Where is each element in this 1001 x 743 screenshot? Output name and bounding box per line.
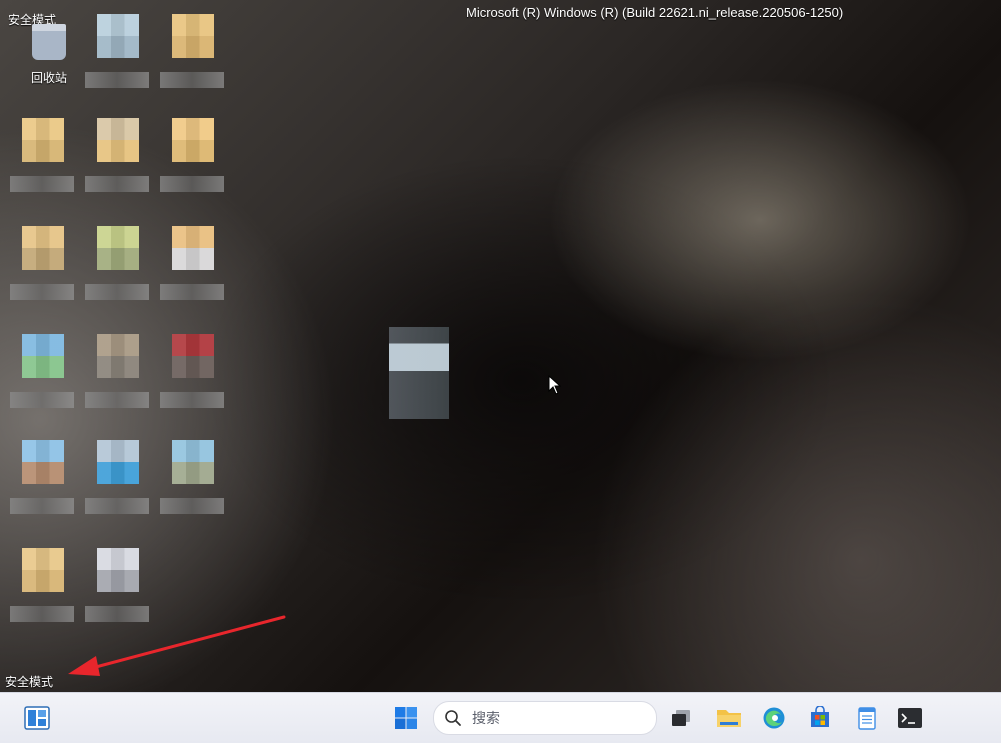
obscured-icon (97, 440, 139, 484)
folder-icon (172, 14, 214, 58)
widgets-icon (24, 706, 50, 730)
microsoft-store-button[interactable] (803, 701, 837, 735)
task-view-button[interactable] (664, 701, 698, 735)
desktop-icon-folder[interactable] (160, 118, 224, 210)
obscured-label (10, 606, 74, 622)
desktop-icon-obscured[interactable] (10, 440, 74, 532)
desktop-icon-obscured[interactable] (10, 334, 74, 426)
search-placeholder: 搜索 (472, 711, 500, 727)
obscured-icon (22, 334, 64, 378)
terminal-button[interactable] (893, 701, 927, 735)
desktop-icon-obscured[interactable] (85, 440, 149, 532)
desktop-icon-obscured[interactable] (85, 334, 149, 426)
obscured-label (160, 72, 224, 88)
desktop-icon-obscured[interactable] (85, 14, 149, 106)
desktop-icon-folder[interactable] (160, 14, 224, 106)
notepad-button[interactable] (850, 701, 884, 735)
obscured-label (10, 392, 74, 408)
taskbar: 搜索 (0, 692, 1001, 743)
annotation-arrow (68, 615, 286, 676)
terminal-icon (898, 708, 922, 728)
obscured-icon (97, 14, 139, 58)
obscured-icon (97, 548, 139, 592)
recycle-bin-icon (32, 24, 66, 60)
obscured-label (85, 392, 149, 408)
desktop-icon-obscured[interactable] (160, 440, 224, 532)
obscured-icon (97, 334, 139, 378)
obscured-label (10, 498, 74, 514)
desktop-icon-obscured[interactable] (160, 334, 224, 426)
obscured-icon (172, 226, 214, 270)
desktop-icon-obscured[interactable] (160, 226, 224, 318)
desktop-icon-folder[interactable] (10, 548, 74, 640)
folder-icon (172, 118, 214, 162)
recycle-bin-label: 回收站 (30, 71, 67, 85)
obscured-label (85, 498, 149, 514)
safe-mode-label-bottom: 安全模式 (5, 675, 54, 689)
folder-icon (22, 548, 64, 592)
taskbar-search-box[interactable]: 搜索 (433, 701, 657, 735)
task-view-icon (672, 710, 690, 726)
mouse-cursor-icon (548, 375, 562, 395)
store-icon (811, 706, 829, 727)
edge-browser-icon (763, 707, 785, 729)
obscured-label (10, 176, 74, 192)
widgets-button[interactable] (20, 701, 54, 735)
desktop-icon-obscured[interactable] (85, 226, 149, 318)
desktop-icon-obscured[interactable] (85, 548, 149, 640)
desktop-icon-folder[interactable] (10, 118, 74, 210)
obscured-label (85, 284, 149, 300)
windows-logo-icon (395, 707, 417, 729)
desktop-icon-folder[interactable] (10, 226, 74, 318)
file-explorer-button[interactable] (712, 701, 746, 735)
obscured-icon (172, 334, 214, 378)
folder-icon (717, 710, 741, 727)
obscured-label (160, 176, 224, 192)
desktop-icon-recycle-bin[interactable]: 回收站 (17, 14, 81, 106)
obscured-label (85, 176, 149, 192)
notepad-icon (858, 707, 876, 730)
folder-icon (97, 118, 139, 162)
build-info-label: Microsoft (R) Windows (R) (Build 22621.n… (466, 5, 844, 20)
edge-browser-button[interactable] (757, 701, 791, 735)
obscured-label (160, 284, 224, 300)
obscured-label (10, 284, 74, 300)
folder-icon (22, 226, 64, 270)
desktop-icon-folder[interactable] (85, 118, 149, 210)
search-icon (445, 710, 461, 726)
folder-icon (22, 118, 64, 162)
start-button[interactable] (389, 701, 423, 735)
obscured-icon (172, 440, 214, 484)
obscured-center-object (389, 327, 449, 419)
obscured-icon (97, 226, 139, 270)
obscured-label (85, 72, 149, 88)
obscured-icon (22, 440, 64, 484)
obscured-label (160, 392, 224, 408)
obscured-label (85, 606, 149, 622)
obscured-label (160, 498, 224, 514)
